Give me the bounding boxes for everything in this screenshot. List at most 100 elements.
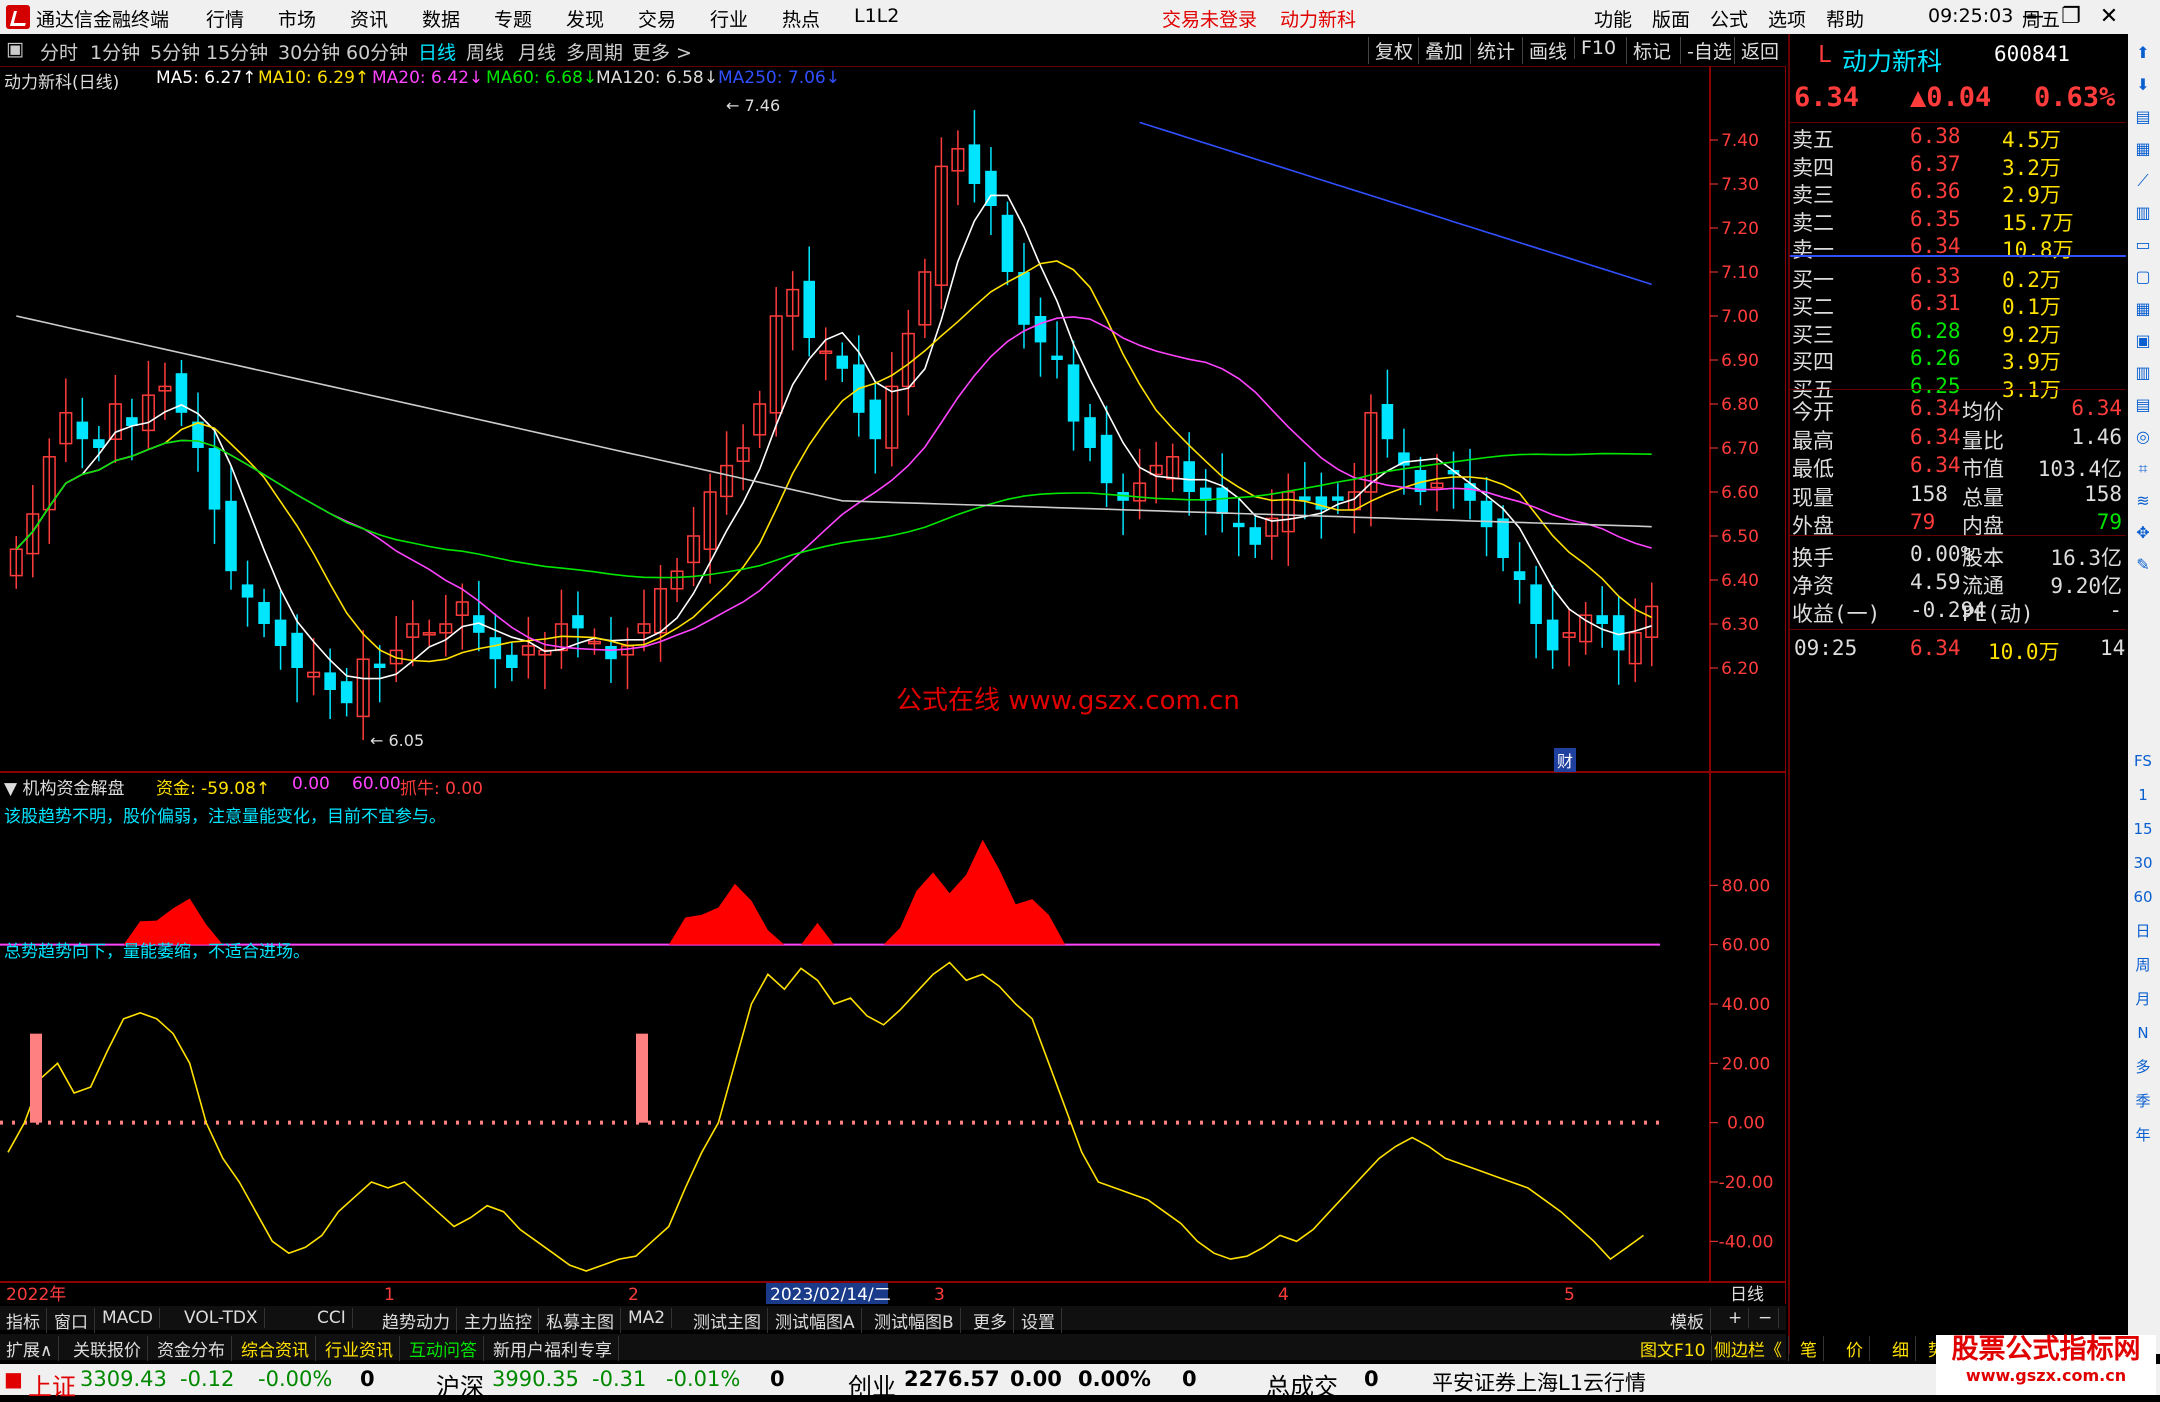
menu-8[interactable]: 热点 (782, 5, 820, 32)
side-period-11[interactable]: 年 (2132, 1124, 2154, 1146)
restore-icon[interactable]: ❐ (2054, 2, 2088, 32)
period-tab-2[interactable]: 5分钟 (150, 38, 200, 65)
menu-7[interactable]: 行业 (710, 5, 748, 32)
tool-button-5[interactable]: 标记 (1626, 37, 1671, 64)
doc-icon[interactable]: ▭ (2132, 234, 2154, 256)
indicator-tab-10[interactable]: 测试幅图A (769, 1308, 862, 1333)
ext-tab-4[interactable]: 行业资讯 (319, 1336, 400, 1361)
arrow-down-icon[interactable]: ⬇ (2132, 74, 2154, 96)
side-period-6[interactable]: 周 (2132, 954, 2154, 976)
cy-index-name[interactable]: 创业 (848, 1367, 896, 1402)
menu-6[interactable]: 交易 (638, 5, 676, 32)
tool-button-6[interactable]: -自选 (1680, 37, 1732, 64)
indicator-toggle-icon[interactable]: ▼ (4, 779, 17, 799)
indicator-tab-3[interactable]: VOL-TDX (178, 1308, 265, 1328)
period-tab-1[interactable]: 1分钟 (90, 38, 140, 65)
indicator-tab-6[interactable]: 主力监控 (458, 1308, 539, 1333)
right-menu-2[interactable]: 公式 (1710, 5, 1748, 32)
period-tab-4[interactable]: 30分钟 (278, 38, 340, 65)
tool-button-7[interactable]: 返回 (1734, 37, 1779, 64)
fin-badge[interactable]: 财 (1554, 748, 1577, 772)
period-tab-5[interactable]: 60分钟 (346, 38, 408, 65)
period-tab-6[interactable]: 日线 (418, 38, 456, 65)
indicator-tab-4[interactable]: CCI (311, 1308, 353, 1328)
ext-tab-0[interactable]: 扩展∧ (0, 1336, 60, 1361)
f2-icon[interactable]: ▥ (2132, 362, 2154, 384)
period-tab-10[interactable]: 更多 > (632, 38, 692, 65)
login-status[interactable]: 交易未登录 (1162, 5, 1257, 32)
ask-row-4[interactable]: 卖一 6.34 10.8万 (1790, 234, 2126, 262)
ext-tab-8[interactable]: 侧边栏《 (1708, 1336, 1789, 1361)
indicator-tab-2[interactable]: MACD (96, 1308, 160, 1328)
ext-tab-2[interactable]: 资金分布 (151, 1336, 232, 1361)
sh-index-name[interactable]: 上证 (28, 1367, 76, 1402)
indicator-tab-14[interactable]: 模板 (1664, 1308, 1711, 1333)
ask-row-2[interactable]: 卖三 6.36 2.9万 (1790, 179, 2126, 207)
tool-button-1[interactable]: 叠加 (1418, 37, 1463, 64)
indicator-tab-7[interactable]: 私募主图 (540, 1308, 621, 1333)
tool-button-4[interactable]: F10 (1574, 37, 1616, 59)
circle-icon[interactable]: ◎ (2132, 426, 2154, 448)
grid2-icon[interactable]: ▣ (2132, 330, 2154, 352)
server-name[interactable]: 平安证券上海L1云行情 (1432, 1367, 1646, 1397)
indicator-tab-11[interactable]: 测试幅图B (868, 1308, 961, 1333)
ext-tab-11[interactable]: 细 (1886, 1336, 1916, 1361)
pen-icon[interactable]: ✎ (2132, 554, 2154, 576)
f3-icon[interactable]: ▤ (2132, 394, 2154, 416)
move-icon[interactable]: ✥ (2132, 522, 2154, 544)
kline-chart[interactable]: 7.40 7.30 7.20 7.10 7.00 6.90 6.80 6.70 6.60 6.50… (0, 66, 1786, 1304)
ask-row-0[interactable]: 卖五 6.38 4.5万 (1790, 124, 2126, 152)
panel-toggle-icon[interactable]: ▣ (6, 38, 24, 60)
right-menu-4[interactable]: 帮助 (1826, 5, 1864, 32)
minimize-icon[interactable]: — (2016, 2, 2050, 32)
ask-row-1[interactable]: 卖四 6.37 3.2万 (1790, 152, 2126, 180)
right-menu-1[interactable]: 版面 (1652, 5, 1690, 32)
rsi-label-icon[interactable]: ≋ (2132, 490, 2154, 512)
hs-index-name[interactable]: 沪深 (436, 1367, 484, 1402)
kline-icon[interactable]: ▥ (2132, 202, 2154, 224)
indicator-tab-0[interactable]: 指标 (0, 1308, 47, 1333)
side-period-5[interactable]: 日 (2132, 920, 2154, 942)
close-icon[interactable]: ✕ (2092, 2, 2126, 32)
ext-tab-6[interactable]: 新用户福利专享 (487, 1336, 619, 1361)
period-tab-0[interactable]: 分时 (40, 38, 78, 65)
menu-5[interactable]: 发现 (566, 5, 604, 32)
side-period-0[interactable]: FS (2132, 750, 2154, 772)
menu-2[interactable]: 资讯 (350, 5, 388, 32)
indicator-tab-1[interactable]: 窗口 (48, 1308, 95, 1333)
menu-4[interactable]: 专题 (494, 5, 532, 32)
menu-0[interactable]: 行情 (206, 5, 244, 32)
arrow-up-icon[interactable]: ⬆ (2132, 42, 2154, 64)
bid-row-5[interactable]: 买一 6.33 0.2万 (1790, 264, 2126, 292)
indicator-tab-15[interactable]: + (1722, 1308, 1750, 1328)
side-period-9[interactable]: 多 (2132, 1056, 2154, 1078)
bid-row-7[interactable]: 买三 6.28 9.2万 (1790, 319, 2126, 347)
ask-row-3[interactable]: 卖二 6.35 15.7万 (1790, 207, 2126, 235)
tool-button-2[interactable]: 统计 (1470, 37, 1515, 64)
bid-row-8[interactable]: 买四 6.26 3.9万 (1790, 346, 2126, 374)
grid-icon[interactable]: ▦ (2132, 138, 2154, 160)
list-icon[interactable]: ▤ (2132, 106, 2154, 128)
period-tab-9[interactable]: 多周期 (566, 38, 623, 65)
indicator-tab-13[interactable]: 设置 (1015, 1308, 1062, 1333)
ext-tab-10[interactable]: 价 (1840, 1336, 1870, 1361)
indicator-tab-5[interactable]: 趋势动力 (376, 1308, 457, 1333)
period-tab-7[interactable]: 周线 (466, 38, 504, 65)
rsi-icon[interactable]: ⌗ (2132, 458, 2154, 480)
ext-tab-7[interactable]: 图文F10 (1634, 1336, 1713, 1361)
side-period-8[interactable]: N (2132, 1022, 2154, 1044)
indicator-tab-9[interactable]: 测试主图 (687, 1308, 768, 1333)
side-period-1[interactable]: 1 (2132, 784, 2154, 806)
ext-tab-9[interactable]: 笔 (1794, 1336, 1824, 1361)
period-tab-8[interactable]: 月线 (518, 38, 556, 65)
chart-icon[interactable]: ⟋ (2132, 170, 2154, 192)
right-menu-0[interactable]: 功能 (1594, 5, 1632, 32)
menu-1[interactable]: 市场 (278, 5, 316, 32)
tool-button-3[interactable]: 画线 (1522, 37, 1567, 64)
side-period-3[interactable]: 30 (2132, 852, 2154, 874)
indicator-tab-12[interactable]: 更多 (967, 1308, 1014, 1333)
indicator-name[interactable]: ▼ 机构资金解盘 (4, 774, 124, 799)
side-period-10[interactable]: 季 (2132, 1090, 2154, 1112)
period-tab-3[interactable]: 15分钟 (206, 38, 268, 65)
ext-tab-5[interactable]: 互动问答 (403, 1336, 484, 1361)
